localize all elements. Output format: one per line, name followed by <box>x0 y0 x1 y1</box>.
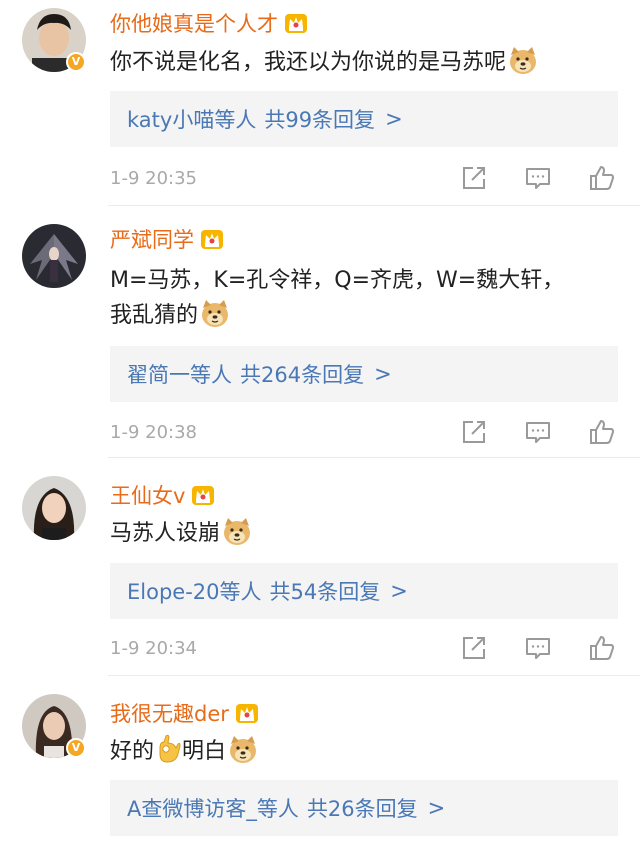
comment-item: V 我很无趣der 好的 明白 A查微博访客_等人 共26条回复 > <box>0 676 640 847</box>
reply-count: 共264条回复 <box>240 363 365 387</box>
reply-summary[interactable]: 翟简一等人 共264条回复 > <box>110 346 618 402</box>
comment-text: 马苏人设崩 <box>110 516 620 551</box>
crown-icon <box>200 228 224 250</box>
username[interactable]: 你他娘真是个人才 <box>110 8 278 38</box>
reply-count: 共99条回复 <box>264 108 376 132</box>
crown-icon <box>284 12 308 34</box>
chevron-right-icon: > <box>374 362 392 386</box>
comment-text: 好的 明白 <box>110 734 620 769</box>
comment-item: 严斌同学 M=马苏，K=孔令祥，Q=齐虎，W=魏大轩， 我乱猜的 翟简一等人 共… <box>0 206 640 458</box>
timestamp: 1-9 20:35 <box>110 168 197 189</box>
reply-count: 共26条回复 <box>306 797 418 821</box>
username[interactable]: 我很无趣der <box>110 698 229 728</box>
comment-icon[interactable] <box>524 634 552 662</box>
avatar[interactable] <box>22 476 86 540</box>
ok-hand-emoji-icon <box>154 734 182 764</box>
verified-badge-icon: V <box>66 52 86 72</box>
reply-users: A查微博访客_等人 <box>127 797 299 821</box>
share-icon[interactable] <box>460 418 488 446</box>
comment-item: V 你他娘真是个人才 你不说是化名，我还以为你说的是马苏呢 katy小喵等人 共… <box>0 0 640 206</box>
doge-emoji-icon <box>200 298 230 328</box>
like-icon[interactable] <box>588 634 616 662</box>
doge-emoji-icon <box>508 45 538 75</box>
crown-icon <box>191 484 215 506</box>
reply-summary[interactable]: A查微博访客_等人 共26条回复 > <box>110 780 618 836</box>
reply-users: 翟简一等人 <box>127 363 232 387</box>
share-icon[interactable] <box>460 164 488 192</box>
reply-users: Elope-20等人 <box>127 580 262 604</box>
username[interactable]: 王仙女v <box>110 480 185 510</box>
verified-badge-icon: V <box>66 738 86 758</box>
chevron-right-icon: > <box>385 107 403 131</box>
reply-summary[interactable]: Elope-20等人 共54条回复 > <box>110 563 618 619</box>
comment-icon[interactable] <box>524 164 552 192</box>
share-icon[interactable] <box>460 634 488 662</box>
like-icon[interactable] <box>588 164 616 192</box>
timestamp: 1-9 20:34 <box>110 638 197 659</box>
timestamp: 1-9 20:38 <box>110 422 197 443</box>
chevron-right-icon: > <box>390 579 408 603</box>
username[interactable]: 严斌同学 <box>110 224 194 254</box>
doge-emoji-icon <box>222 516 252 546</box>
comment-text: 你不说是化名，我还以为你说的是马苏呢 <box>110 45 620 80</box>
comment-text: M=马苏，K=孔令祥，Q=齐虎，W=魏大轩， 我乱猜的 <box>110 268 565 328</box>
avatar[interactable] <box>22 224 86 288</box>
comment-icon[interactable] <box>524 418 552 446</box>
reply-users: katy小喵等人 <box>127 108 257 132</box>
doge-emoji-icon <box>228 734 258 764</box>
reply-count: 共54条回复 <box>269 580 381 604</box>
comment-item: 王仙女v 马苏人设崩 Elope-20等人 共54条回复 > 1-9 20:34 <box>0 458 640 676</box>
reply-summary[interactable]: katy小喵等人 共99条回复 > <box>110 91 618 147</box>
chevron-right-icon: > <box>427 796 446 820</box>
crown-icon <box>235 702 259 724</box>
like-icon[interactable] <box>588 418 616 446</box>
